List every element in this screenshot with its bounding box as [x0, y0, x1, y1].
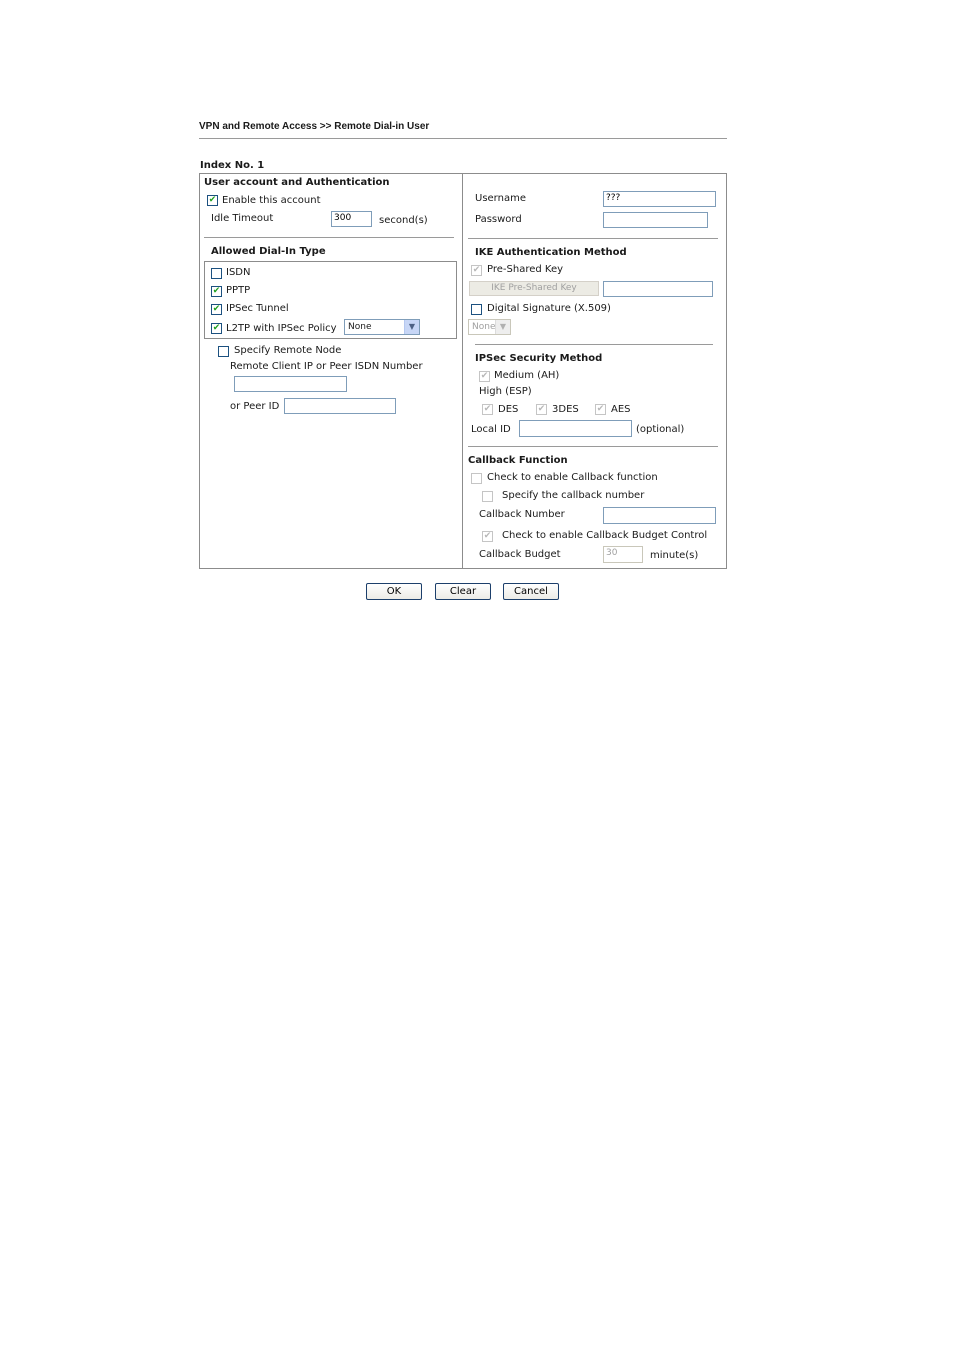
- l2tp-label: L2TP with IPSec Policy: [226, 323, 337, 334]
- l2tp-policy-value: None: [348, 322, 372, 332]
- callback-budget-control-label: Check to enable Callback Budget Control: [502, 530, 708, 541]
- ipsec-security-title: IPSec Security Method: [475, 353, 603, 364]
- check-icon: ✔: [212, 286, 221, 296]
- medium-ah-checkbox[interactable]: ✔: [479, 371, 490, 382]
- aes-label: AES: [611, 404, 631, 415]
- l2tp-checkbox[interactable]: ✔: [211, 323, 222, 334]
- des-checkbox[interactable]: ✔: [482, 404, 493, 415]
- check-icon: ✔: [212, 323, 221, 333]
- column-divider: [462, 174, 463, 568]
- peer-id-label: or Peer ID: [230, 401, 280, 412]
- cancel-button[interactable]: Cancel: [503, 583, 559, 600]
- check-icon: ✔: [472, 265, 481, 275]
- local-id-input[interactable]: [519, 420, 632, 437]
- clear-button[interactable]: Clear: [435, 583, 491, 600]
- check-icon: ✔: [480, 371, 489, 381]
- chevron-down-icon: ▼: [495, 320, 510, 334]
- 3des-checkbox[interactable]: ✔: [536, 404, 547, 415]
- ok-button[interactable]: OK: [366, 583, 422, 600]
- isdn-label: ISDN: [226, 267, 251, 278]
- digital-signature-checkbox[interactable]: [471, 304, 482, 315]
- high-esp-label: High (ESP): [479, 386, 532, 397]
- idle-timeout-label: Idle Timeout: [211, 213, 274, 224]
- pre-shared-key-checkbox[interactable]: ✔: [471, 265, 482, 276]
- specify-callback-number-checkbox[interactable]: [482, 491, 493, 502]
- 3des-label: 3DES: [552, 404, 579, 415]
- local-id-label: Local ID: [471, 424, 511, 435]
- remote-client-ip-label: Remote Client IP or Peer ISDN Number: [230, 361, 423, 372]
- callback-number-label: Callback Number: [479, 509, 565, 520]
- ipsec-tunnel-checkbox[interactable]: ✔: [211, 304, 222, 315]
- username-input[interactable]: ???: [603, 191, 716, 207]
- idle-timeout-unit: second(s): [379, 215, 428, 226]
- ipsec-tunnel-label: IPSec Tunnel: [226, 303, 289, 314]
- check-icon: ✔: [537, 404, 546, 414]
- ike-pre-shared-key-input[interactable]: [603, 281, 713, 297]
- callback-budget-control-checkbox[interactable]: ✔: [482, 531, 493, 542]
- isdn-checkbox[interactable]: [211, 268, 222, 279]
- check-icon: ✔: [483, 404, 492, 414]
- callback-budget-label: Callback Budget: [479, 549, 561, 560]
- remote-client-ip-input[interactable]: [234, 376, 347, 392]
- callback-title: Callback Function: [468, 455, 568, 466]
- enable-callback-checkbox[interactable]: [471, 473, 482, 484]
- ike-title: IKE Authentication Method: [475, 247, 627, 258]
- check-icon: ✔: [208, 195, 217, 205]
- check-icon: ✔: [212, 304, 221, 314]
- specify-callback-number-label: Specify the callback number: [502, 490, 645, 501]
- enable-account-label: Enable this account: [222, 195, 321, 206]
- dialin-type-title: Allowed Dial-In Type: [211, 246, 326, 257]
- section-title-account: User account and Authentication: [204, 177, 390, 188]
- digital-signature-label: Digital Signature (X.509): [487, 303, 611, 314]
- specify-remote-node-label: Specify Remote Node: [234, 345, 342, 356]
- peer-id-input[interactable]: [284, 398, 396, 414]
- username-label: Username: [475, 193, 526, 204]
- idle-timeout-input[interactable]: 300: [331, 211, 372, 227]
- pptp-label: PPTP: [226, 285, 251, 296]
- header-divider: [199, 138, 727, 139]
- check-icon: ✔: [596, 404, 605, 414]
- certificate-select[interactable]: None ▼: [468, 319, 511, 335]
- pre-shared-key-label: Pre-Shared Key: [487, 264, 564, 275]
- password-input[interactable]: [603, 212, 708, 228]
- medium-ah-label: Medium (AH): [494, 370, 560, 381]
- enable-account-checkbox[interactable]: ✔: [207, 195, 218, 206]
- aes-checkbox[interactable]: ✔: [595, 404, 606, 415]
- certificate-select-value: None: [472, 322, 496, 332]
- right-divider-2: [475, 344, 713, 345]
- password-label: Password: [475, 214, 522, 225]
- right-divider-1: [468, 238, 718, 239]
- right-divider-3: [468, 446, 718, 447]
- callback-budget-input[interactable]: 30: [603, 546, 643, 563]
- callback-number-input[interactable]: [603, 507, 716, 524]
- local-id-hint: (optional): [636, 424, 685, 435]
- left-divider-1: [204, 237, 454, 238]
- enable-callback-label: Check to enable Callback function: [487, 472, 658, 483]
- l2tp-policy-select[interactable]: None ▼: [344, 319, 420, 335]
- ike-pre-shared-key-button[interactable]: IKE Pre-Shared Key: [469, 281, 599, 296]
- pptp-checkbox[interactable]: ✔: [211, 286, 222, 297]
- check-icon: ✔: [483, 531, 492, 541]
- specify-remote-node-checkbox[interactable]: [218, 346, 229, 357]
- des-label: DES: [498, 404, 519, 415]
- breadcrumb: VPN and Remote Access >> Remote Dial-in …: [199, 121, 430, 132]
- callback-budget-unit: minute(s): [650, 550, 699, 561]
- index-label: Index No. 1: [200, 160, 265, 171]
- chevron-down-icon: ▼: [404, 320, 419, 334]
